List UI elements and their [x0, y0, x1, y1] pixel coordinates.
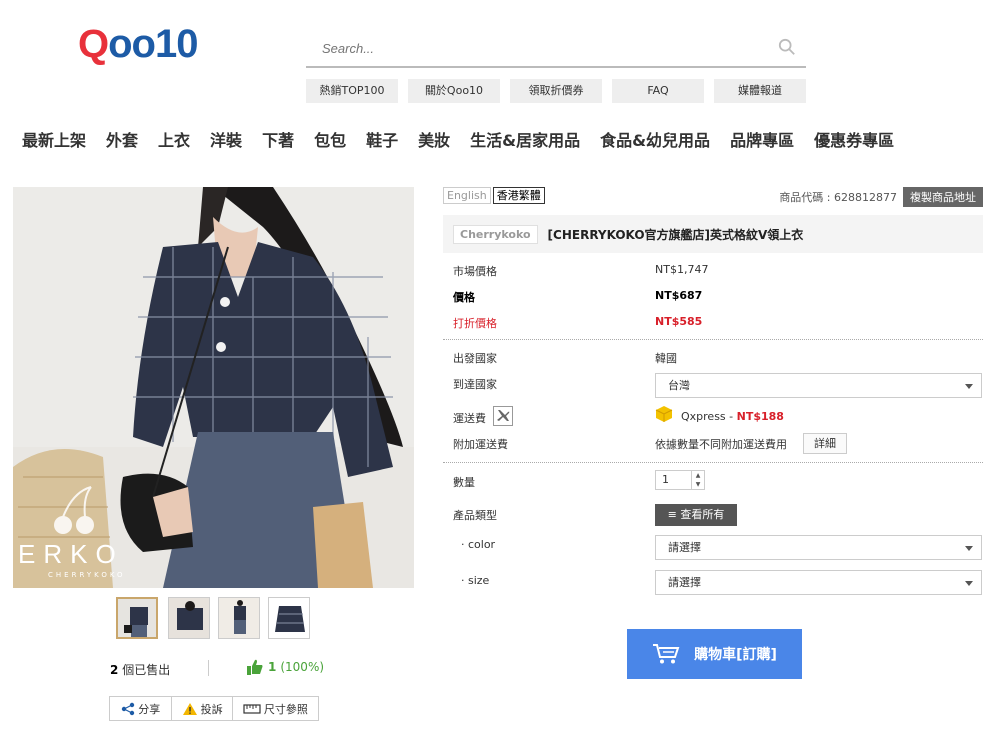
report-button[interactable]: 投訴 — [172, 697, 233, 720]
watermark-sub: CHERRYKOKO — [48, 571, 126, 579]
nav-item-bags[interactable]: 包包 — [314, 127, 346, 151]
like-percent: (100%) — [280, 660, 325, 674]
quick-link-about[interactable]: 關於Qoo10 — [408, 79, 500, 103]
quick-link-top100[interactable]: 熱銷TOP100 — [306, 79, 398, 103]
nav-item-bottoms[interactable]: 下著 — [262, 127, 294, 151]
nav-item-tops[interactable]: 上衣 — [158, 127, 190, 151]
nav-item-brands[interactable]: 品牌專區 — [730, 127, 794, 151]
sold-count: 2 個已售出 — [110, 661, 170, 678]
lang-english[interactable]: English — [443, 187, 491, 204]
airplane-icon — [493, 406, 513, 426]
market-price-label: 市場價格 — [453, 265, 497, 278]
sold-label: 個已售出 — [122, 663, 171, 677]
product-title: [CHERRYKOKO官方旗艦店]英式格紋V領上衣 — [547, 227, 804, 242]
extra-shipping-label: 附加運送費 — [453, 438, 508, 451]
thumbnail-3[interactable] — [218, 597, 260, 639]
language-switch: English 香港繁體 — [443, 187, 545, 204]
nav-item-dresses[interactable]: 洋裝 — [210, 127, 242, 151]
cart-icon — [653, 644, 680, 664]
cart-label: 購物車[訂購] — [694, 647, 777, 663]
divider — [443, 462, 983, 463]
list-icon: ≡ — [667, 508, 677, 521]
report-label: 投訴 — [200, 702, 223, 716]
view-all-label: 查看所有 — [680, 508, 725, 521]
carrier-name: Qxpress - — [681, 410, 734, 423]
product-main-image[interactable]: ERKO CHERRYKOKO — [13, 187, 414, 588]
lang-hk[interactable]: 香港繁體 — [492, 187, 545, 204]
quantity-label: 數量 — [453, 476, 475, 489]
logo-text: oo10 — [108, 22, 198, 66]
view-all-button[interactable]: ≡ 查看所有 — [655, 504, 737, 526]
add-to-cart-button[interactable]: 購物車[訂購] — [627, 629, 802, 679]
product-code: 商品代碼 : 628812877 — [779, 191, 897, 204]
destination-select[interactable]: 台灣 — [655, 373, 982, 398]
like-stats: 1 (100%) — [246, 658, 324, 676]
discount-price-value: NT$585 — [655, 315, 703, 328]
copy-url-button[interactable]: 複製商品地址 — [903, 187, 983, 207]
stats-divider — [208, 660, 209, 676]
market-price-value: NT$1,747 — [655, 263, 709, 276]
nav-item-home[interactable]: 生活&居家用品 — [470, 127, 580, 151]
shipping-fee-label: 運送費 — [453, 412, 486, 425]
origin-label: 出發國家 — [453, 352, 497, 365]
size-guide-button[interactable]: 尺寸參照 — [233, 697, 318, 720]
share-button[interactable]: 分享 — [110, 697, 173, 720]
thumbnail-2[interactable] — [168, 597, 210, 639]
price-label: 價格 — [453, 291, 475, 304]
share-bar: 分享 投訴 尺寸參照 — [109, 696, 319, 721]
extra-shipping-value: 依據數量不同附加運送費用 — [655, 438, 787, 451]
brand-badge[interactable]: Cherrykoko — [453, 224, 538, 244]
search-icon[interactable] — [778, 38, 796, 56]
nav-item-beauty[interactable]: 美妝 — [418, 127, 450, 151]
size-select[interactable]: 請選擇 — [655, 570, 982, 595]
price-value: NT$687 — [655, 289, 703, 302]
discount-price-label: 打折價格 — [453, 317, 497, 330]
search-box — [306, 30, 806, 68]
origin-value: 韓國 — [655, 352, 677, 365]
watermark-brand: ERKO — [18, 539, 124, 569]
thumbnail-4[interactable] — [268, 597, 310, 639]
divider — [443, 339, 983, 340]
nav-item-shoes[interactable]: 鞋子 — [366, 127, 398, 151]
logo-q: Q — [78, 22, 109, 66]
color-select[interactable]: 請選擇 — [655, 535, 982, 560]
nav-item-new[interactable]: 最新上架 — [22, 127, 86, 151]
thumbnail-1[interactable] — [116, 597, 158, 639]
nav-item-outerwear[interactable]: 外套 — [106, 127, 138, 151]
shipping-fee-value: NT$188 — [736, 410, 784, 423]
share-icon — [122, 702, 135, 715]
product-code-area: 商品代碼 : 628812877 複製商品地址 — [779, 187, 983, 207]
shipping-fee: Qxpress - NT$188 — [681, 410, 784, 423]
quantity-stepper[interactable]: 1 ▲ ▼ — [655, 470, 705, 490]
detail-button[interactable]: 詳細 — [803, 433, 847, 454]
product-title-bar: Cherrykoko [CHERRYKOKO官方旗艦店]英式格紋V領上衣 — [443, 215, 983, 253]
product-type-label: 產品類型 — [453, 509, 497, 522]
quick-link-coupon[interactable]: 領取折價券 — [510, 79, 602, 103]
nav-item-coupons[interactable]: 優惠券專區 — [814, 127, 894, 151]
quick-link-faq[interactable]: FAQ — [612, 79, 704, 103]
category-nav: 最新上架 外套 上衣 洋裝 下著 包包 鞋子 美妝 生活&居家用品 食品&幼兒用… — [22, 127, 914, 151]
qoo10-logo[interactable]: Qoo10 — [78, 22, 198, 66]
warning-icon — [182, 702, 197, 715]
sold-number: 2 — [110, 663, 119, 677]
box-icon — [655, 405, 673, 427]
search-input[interactable] — [306, 30, 764, 66]
destination-label: 到達國家 — [453, 378, 497, 391]
share-label: 分享 — [138, 702, 161, 716]
size-label: · size — [461, 574, 490, 587]
thumbs-up-icon — [247, 659, 263, 675]
color-label: · color — [461, 538, 496, 551]
quantity-value: 1 — [662, 473, 669, 486]
nav-item-food[interactable]: 食品&幼兒用品 — [600, 127, 710, 151]
ruler-icon — [243, 703, 261, 714]
like-count: 1 — [268, 660, 277, 674]
quick-link-media[interactable]: 媒體報道 — [714, 79, 806, 103]
quantity-spinner[interactable]: ▲ ▼ — [691, 471, 704, 489]
size-guide-label: 尺寸參照 — [263, 702, 308, 716]
